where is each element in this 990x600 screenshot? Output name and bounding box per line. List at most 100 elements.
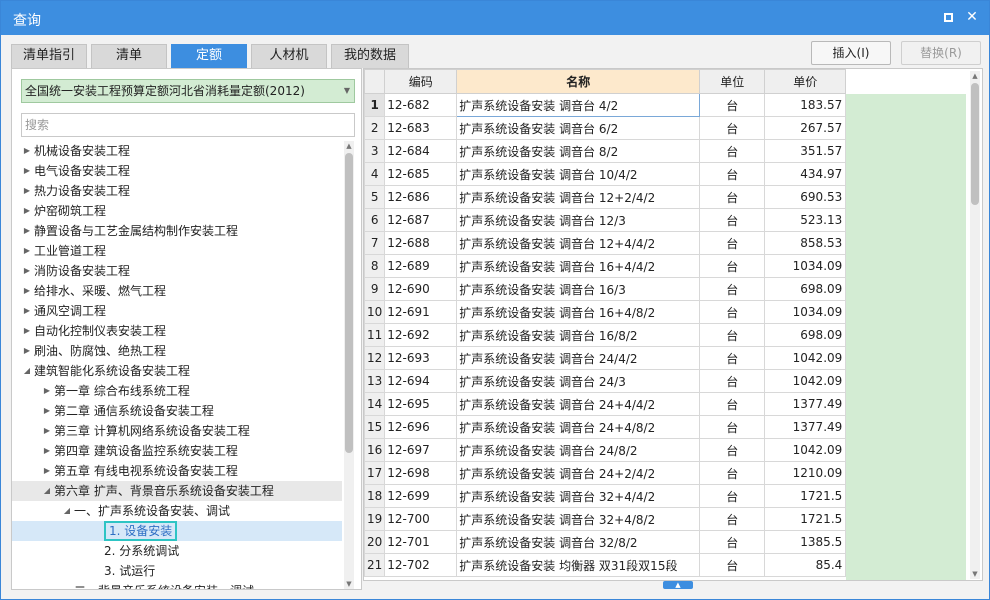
table-row[interactable]: 2 12-683 扩声系统设备安装 调音台 6/2 台 267.57 xyxy=(363,116,847,140)
quota-library-select[interactable]: 全国统一安装工程预算定额河北省消耗量定额(2012) ▼ xyxy=(21,79,355,103)
name-cell[interactable]: 扩声系统设备安装 调音台 24+2/4/2 xyxy=(456,461,701,485)
tree-search-input[interactable] xyxy=(21,113,355,137)
unit-cell[interactable]: 台 xyxy=(699,162,766,186)
tree-item[interactable]: ▶ 通风空调工程 xyxy=(12,301,342,321)
table-row[interactable]: 13 12-694 扩声系统设备安装 调音台 24/3 台 1042.09 xyxy=(363,369,847,393)
tab-my-data[interactable]: 我的数据 xyxy=(331,44,409,68)
tree-item[interactable]: ▶ 消防设备安装工程 xyxy=(12,261,342,281)
triangle-right-icon[interactable]: ▶ xyxy=(22,321,32,341)
unit-cell[interactable]: 台 xyxy=(699,507,766,531)
name-cell[interactable]: 扩声系统设备安装 调音台 16/8/2 xyxy=(456,323,701,347)
row-number-cell[interactable]: 15 xyxy=(363,415,386,439)
name-cell[interactable]: 扩声系统设备安装 调音台 24+4/8/2 xyxy=(456,415,701,439)
table-row[interactable]: 16 12-697 扩声系统设备安装 调音台 24/8/2 台 1042.09 xyxy=(363,438,847,462)
code-cell[interactable]: 12-699 xyxy=(384,484,458,508)
column-header-price[interactable]: 单价 xyxy=(764,69,847,94)
table-row[interactable]: 11 12-692 扩声系统设备安装 调音台 16/8/2 台 698.09 xyxy=(363,323,847,347)
price-cell[interactable]: 690.53 xyxy=(764,185,847,209)
code-cell[interactable]: 12-684 xyxy=(384,139,458,163)
scroll-up-icon[interactable]: ▲ xyxy=(970,71,980,81)
column-header-name[interactable]: 名称 xyxy=(456,69,701,94)
name-cell[interactable]: 扩声系统设备安装 调音台 16+4/4/2 xyxy=(456,254,701,278)
name-cell[interactable]: 扩声系统设备安装 调音台 8/2 xyxy=(456,139,701,163)
table-row[interactable]: 5 12-686 扩声系统设备安装 调音台 12+2/4/2 台 690.53 xyxy=(363,185,847,209)
code-cell[interactable]: 12-698 xyxy=(384,461,458,485)
name-cell[interactable]: 扩声系统设备安装 调音台 32+4/4/2 xyxy=(456,484,701,508)
tree-vertical-scrollbar[interactable]: ▲ ▼ xyxy=(344,141,354,589)
price-cell[interactable]: 183.57 xyxy=(764,93,847,117)
row-number-cell[interactable]: 9 xyxy=(363,277,386,301)
title-bar[interactable]: 查询 ✕ xyxy=(1,1,989,35)
scroll-up-icon[interactable]: ▲ xyxy=(344,141,354,151)
code-cell[interactable]: 12-693 xyxy=(384,346,458,370)
unit-cell[interactable]: 台 xyxy=(699,392,766,416)
tree-item[interactable]: 二、背景音乐系统设备安装、调试 xyxy=(12,581,342,589)
name-cell[interactable]: 扩声系统设备安装 调音台 24+4/4/2 xyxy=(456,392,701,416)
table-row[interactable]: 7 12-688 扩声系统设备安装 调音台 12+4/4/2 台 858.53 xyxy=(363,231,847,255)
code-cell[interactable]: 12-682 xyxy=(384,93,458,117)
tree-item[interactable]: 1. 设备安装 xyxy=(12,521,342,541)
price-cell[interactable]: 1042.09 xyxy=(764,369,847,393)
price-cell[interactable]: 351.57 xyxy=(764,139,847,163)
column-header-unit[interactable]: 单位 xyxy=(699,69,766,94)
unit-cell[interactable]: 台 xyxy=(699,461,766,485)
triangle-right-icon[interactable]: ▶ xyxy=(22,141,32,161)
triangle-right-icon[interactable]: ▶ xyxy=(42,401,52,421)
tree-scroll-thumb[interactable] xyxy=(345,153,353,453)
tree-item[interactable]: ▶ 第一章 综合布线系统工程 xyxy=(12,381,342,401)
tree-item[interactable]: 3. 试运行 xyxy=(12,561,342,581)
code-cell[interactable]: 12-691 xyxy=(384,300,458,324)
table-row[interactable]: 17 12-698 扩声系统设备安装 调音台 24+2/4/2 台 1210.09 xyxy=(363,461,847,485)
triangle-right-icon[interactable]: ▶ xyxy=(22,161,32,181)
triangle-right-icon[interactable]: ▶ xyxy=(42,381,52,401)
price-cell[interactable]: 858.53 xyxy=(764,231,847,255)
tree-item[interactable]: ▶ 给排水、采暖、燃气工程 xyxy=(12,281,342,301)
scroll-down-icon[interactable]: ▼ xyxy=(344,579,354,589)
unit-cell[interactable]: 台 xyxy=(699,438,766,462)
triangle-down-icon[interactable]: ◢ xyxy=(62,501,72,521)
tree-item[interactable]: 2. 分系统调试 xyxy=(12,541,342,561)
name-cell[interactable]: 扩声系统设备安装 调音台 12/3 xyxy=(456,208,701,232)
name-cell[interactable]: 扩声系统设备安装 调音台 24/3 xyxy=(456,369,701,393)
tree-item[interactable]: ▶ 第五章 有线电视系统设备安装工程 xyxy=(12,461,342,481)
row-number-cell[interactable]: 3 xyxy=(363,139,386,163)
unit-cell[interactable]: 台 xyxy=(699,415,766,439)
row-number-cell[interactable]: 7 xyxy=(363,231,386,255)
row-number-cell[interactable]: 13 xyxy=(363,369,386,393)
table-row[interactable]: 1 12-682 扩声系统设备安装 调音台 4/2 台 183.57 xyxy=(363,93,847,117)
tree-item[interactable]: ▶ 第二章 通信系统设备安装工程 xyxy=(12,401,342,421)
row-number-cell[interactable]: 17 xyxy=(363,461,386,485)
tree-item[interactable]: ◢ 第六章 扩声、背景音乐系统设备安装工程 xyxy=(12,481,342,501)
triangle-right-icon[interactable]: ▶ xyxy=(22,261,32,281)
row-number-cell[interactable]: 8 xyxy=(363,254,386,278)
close-icon[interactable]: ✕ xyxy=(963,8,981,26)
row-number-cell[interactable]: 19 xyxy=(363,507,386,531)
tree-item[interactable]: ◢ 一、扩声系统设备安装、调试 xyxy=(12,501,342,521)
table-row[interactable]: 9 12-690 扩声系统设备安装 调音台 16/3 台 698.09 xyxy=(363,277,847,301)
price-cell[interactable]: 1034.09 xyxy=(764,300,847,324)
price-cell[interactable]: 698.09 xyxy=(764,323,847,347)
row-number-cell[interactable]: 1 xyxy=(363,93,386,117)
price-cell[interactable]: 1034.09 xyxy=(764,254,847,278)
unit-cell[interactable]: 台 xyxy=(699,254,766,278)
triangle-right-icon[interactable]: ▶ xyxy=(42,461,52,481)
row-number-cell[interactable]: 11 xyxy=(363,323,386,347)
code-cell[interactable]: 12-683 xyxy=(384,116,458,140)
insert-button[interactable]: 插入(I) xyxy=(811,41,891,65)
unit-cell[interactable]: 台 xyxy=(699,93,766,117)
tree-item[interactable]: ◢ 建筑智能化系统设备安装工程 xyxy=(12,361,342,381)
triangle-right-icon[interactable]: ▶ xyxy=(22,281,32,301)
triangle-right-icon[interactable]: ▶ xyxy=(22,201,32,221)
price-cell[interactable]: 1385.5 xyxy=(764,530,847,554)
code-cell[interactable]: 12-688 xyxy=(384,231,458,255)
unit-cell[interactable]: 台 xyxy=(699,369,766,393)
triangle-right-icon[interactable]: ▶ xyxy=(22,221,32,241)
grid-scroll-thumb[interactable] xyxy=(971,83,979,205)
code-cell[interactable]: 12-690 xyxy=(384,277,458,301)
row-number-cell[interactable]: 5 xyxy=(363,185,386,209)
tree-item[interactable]: ▶ 自动化控制仪表安装工程 xyxy=(12,321,342,341)
table-row[interactable]: 14 12-695 扩声系统设备安装 调音台 24+4/4/2 台 1377.49 xyxy=(363,392,847,416)
tab-bill-guide[interactable]: 清单指引 xyxy=(11,44,87,68)
name-cell[interactable]: 扩声系统设备安装 调音台 4/2 xyxy=(456,93,701,117)
price-cell[interactable]: 698.09 xyxy=(764,277,847,301)
